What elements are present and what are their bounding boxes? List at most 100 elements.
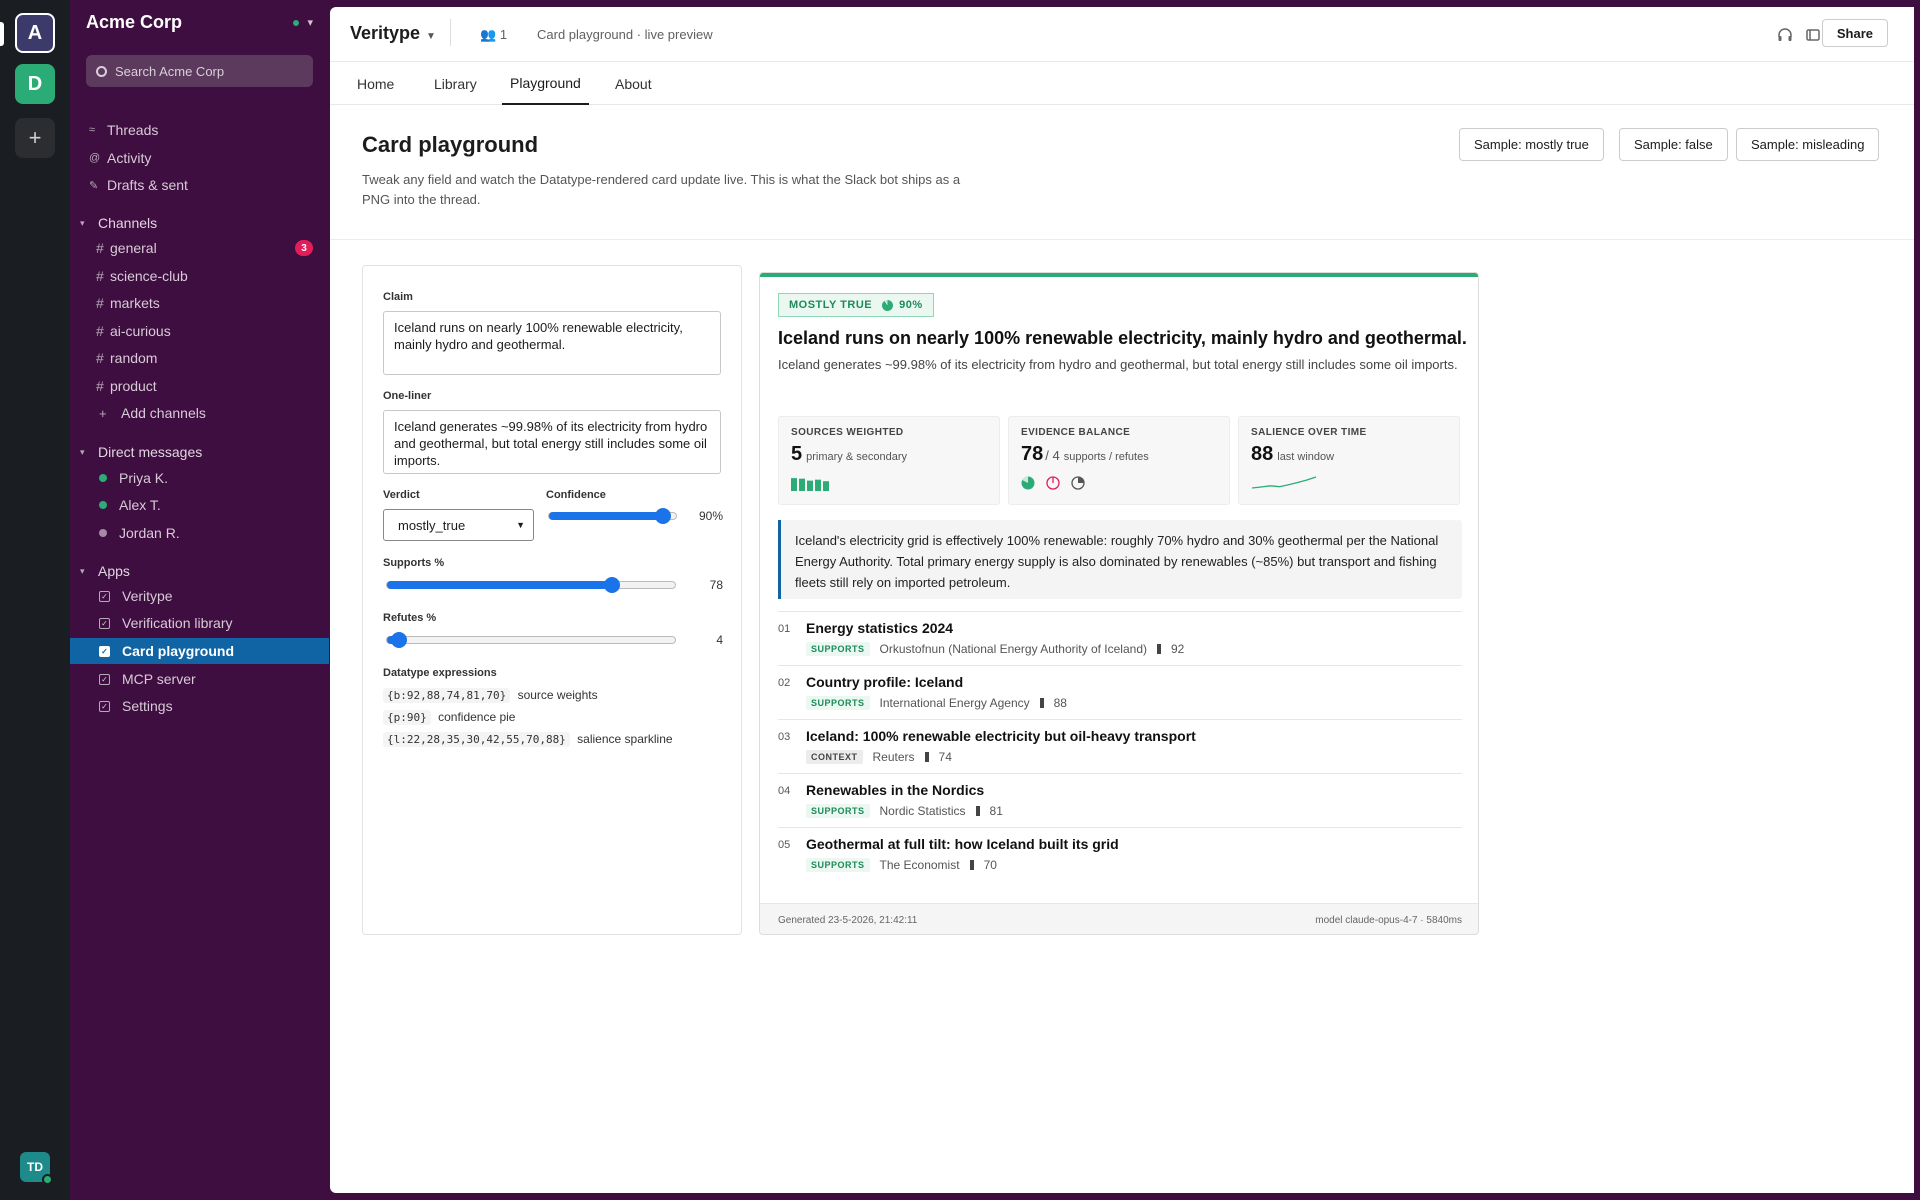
canvas-icon[interactable] [1805,27,1821,43]
app-card-playground[interactable]: ✓ Card playground [70,638,329,664]
confidence-slider[interactable] [548,508,677,524]
source-row[interactable]: 01 Energy statistics 2024 SUPPORTS Orkust… [778,615,1462,669]
source-row[interactable]: 04 Renewables in the Nordics SUPPORTS Nor… [778,777,1462,831]
source-title: Energy statistics 2024 [806,620,954,636]
verdict-label: Verdict [383,489,420,501]
dm-priya[interactable]: Priya K. [70,465,329,491]
workspace-acme[interactable]: A [15,13,55,53]
tab-playground[interactable]: Playground [502,63,589,105]
stat-header: EVIDENCE BALANCE [1021,427,1131,438]
verdict-value: mostly_true [398,517,466,533]
app-settings[interactable]: ✓ Settings [70,693,329,719]
dm-label: Jordan R. [119,525,180,541]
app-icon: ✓ [99,673,110,685]
app-name-menu[interactable]: Veritype ▼ [350,23,436,44]
expression-row: {l:22,28,35,30,42,55,70,88} salience spa… [383,732,673,747]
app-veritype[interactable]: ✓ Veritype [70,583,329,609]
expression-desc: source weights [517,688,598,702]
stat-value: 5 [791,443,803,465]
weight-bar-icon [975,806,980,816]
sample-false-button[interactable]: Sample: false [1619,128,1728,161]
confidence-label: Confidence [546,489,606,501]
dm-section-header[interactable]: ▾ Direct messages [80,441,202,463]
source-row[interactable]: 05 Geothermal at full tilt: how Iceland … [778,831,1462,885]
sidebar-item-drafts[interactable]: ✎ Drafts & sent [70,172,329,198]
page-header: Card playground Tweak any field and watc… [330,105,1914,240]
dm-alex[interactable]: Alex T. [70,492,329,518]
stat-evidence-balance: EVIDENCE BALANCE 78/ 4 supports / refutes [1008,416,1230,505]
channel-label: science-club [110,268,188,284]
oneliner-label: One-liner [383,390,432,402]
sidebar-item-activity[interactable]: @ Activity [70,145,329,171]
workspace-d[interactable]: D [15,64,55,104]
channels-section-header[interactable]: ▾ Channels [80,212,157,234]
source-number: 05 [778,839,791,851]
source-row[interactable]: 03 Iceland: 100% renewable electricity b… [778,723,1462,777]
stat-caption: supports / refutes [1063,451,1149,463]
search-input[interactable]: Search Acme Corp [86,55,313,87]
stat-caption: last window [1277,451,1335,463]
app-mcp-server[interactable]: ✓ MCP server [70,666,329,692]
workspace-name[interactable]: Acme Corp [86,12,182,33]
supports-label: Supports % [383,557,445,569]
source-weight: 88 [1053,696,1067,710]
tab-home[interactable]: Home [349,63,402,105]
source-title: Country profile: Iceland [806,674,964,690]
section-label: Direct messages [98,444,203,460]
app-subtitle: Card playground · live preview [537,27,713,42]
source-weight-bar [799,478,805,491]
refutes-value: 4 [716,633,723,647]
add-channels-button[interactable]: + Add channels [70,400,329,426]
expression-desc: confidence pie [438,710,516,724]
share-button[interactable]: Share [1821,19,1888,47]
channel-markets[interactable]: # markets [70,290,329,316]
weight-bar-icon [924,752,929,762]
oneliner-textarea[interactable]: Iceland generates ~99.98% of its electri… [383,410,721,474]
editor-panel: Claim Iceland runs on nearly 100% renewa… [362,265,742,935]
channel-science-club[interactable]: # science-club [70,263,329,289]
refutes-slider[interactable] [386,632,676,648]
workspace-menu[interactable]: ▾ [293,16,313,29]
source-weight: 74 [938,750,952,764]
caret-down-icon: ▾ [80,217,85,228]
channel-ai-curious[interactable]: # ai-curious [70,318,329,344]
app-icon: ✓ [99,590,110,602]
app-icon: ✓ [99,617,110,629]
user-avatar[interactable]: TD [20,1152,53,1185]
slider-knob[interactable] [603,577,620,593]
slider-knob[interactable] [655,508,672,524]
claim-textarea[interactable]: Iceland runs on nearly 100% renewable el… [383,311,721,375]
pencil-icon: ✎ [89,179,99,192]
sample-mostly-true-button[interactable]: Sample: mostly true [1459,128,1604,161]
members-button[interactable]: 👥 1 [480,27,507,43]
add-workspace-button[interactable]: + [15,118,55,158]
app-verification-library[interactable]: ✓ Verification library [70,610,329,636]
channel-random[interactable]: # random [70,345,329,371]
source-weight-bar [807,480,813,491]
channel-product[interactable]: # product [70,373,329,399]
headphones-icon[interactable] [1777,27,1793,43]
source-row[interactable]: 02 Country profile: Iceland SUPPORTS Inte… [778,669,1462,723]
divider [450,19,451,46]
plus-icon: + [99,405,107,421]
stat-slash: / 4 [1045,448,1060,463]
supports-slider[interactable] [386,577,676,593]
weight-bar-icon [1039,698,1044,708]
refutes-label: Refutes % [383,612,437,624]
source-number: 04 [778,785,791,797]
sample-misleading-button[interactable]: Sample: misleading [1736,128,1880,161]
sidebar-item-threads[interactable]: ≈ Threads [70,117,329,143]
divider [778,773,1462,774]
chevron-down-icon: ▼ [516,520,525,530]
app-label: MCP server [122,671,196,687]
sidebar-item-label: Threads [107,122,159,138]
slider-knob[interactable] [390,632,407,648]
channel-general[interactable]: # general 3 [70,235,329,261]
tab-library[interactable]: Library [426,63,485,105]
source-weight-bar [823,481,829,491]
caret-down-icon: ▾ [80,446,85,457]
apps-section-header[interactable]: ▾ Apps [80,560,130,582]
dm-jordan[interactable]: Jordan R. [70,520,329,546]
tab-about[interactable]: About [607,63,660,105]
verdict-select[interactable]: mostly_true ▼ [383,509,534,541]
